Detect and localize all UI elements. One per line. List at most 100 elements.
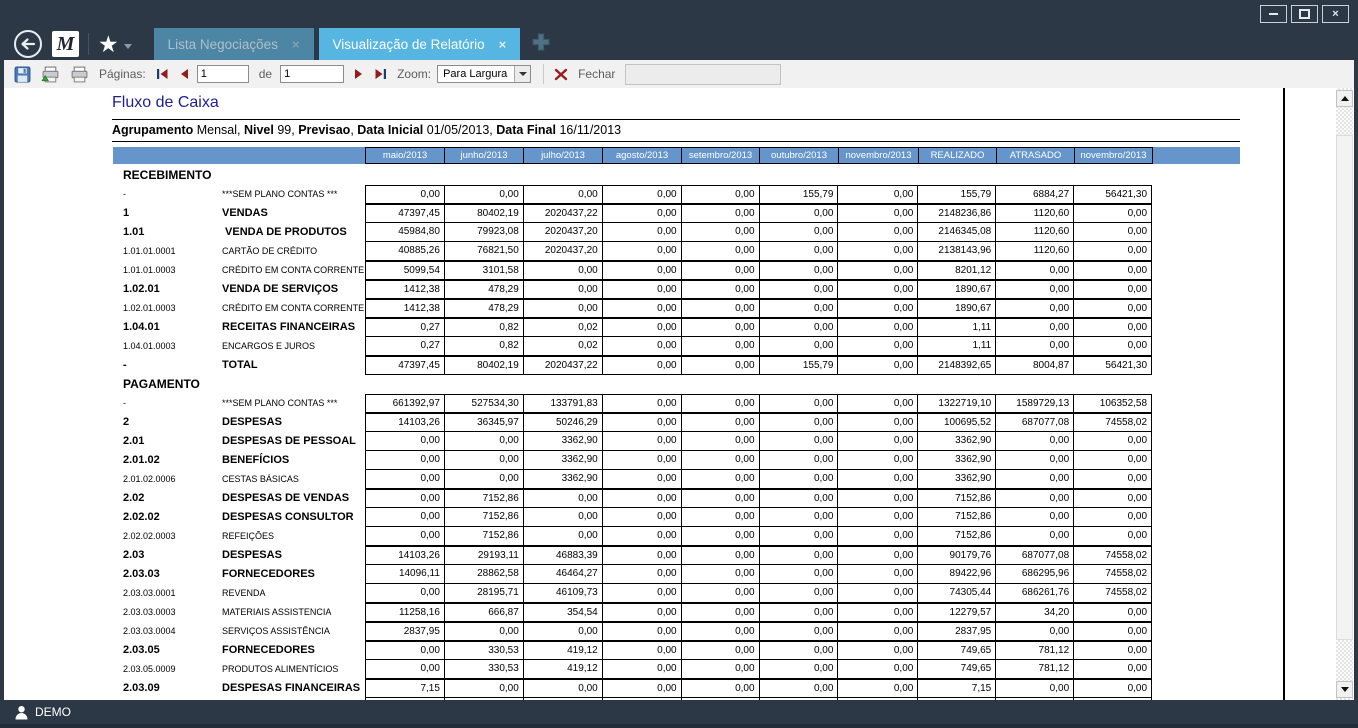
value-cells: 11258,16666,87354,540,000,000,000,001227… — [365, 603, 1152, 622]
tab-visualizacao-relatorio[interactable]: Visualização de Relatório × — [319, 28, 521, 60]
table-row: 1VENDAS47397,4580402,192020437,220,000,0… — [113, 204, 1152, 223]
table-row: 2.03DESPESAS14103,2629193,1146883,390,00… — [113, 546, 1152, 565]
next-page-button[interactable] — [354, 68, 364, 80]
value-cell: 686261,76 — [995, 584, 1073, 602]
value-cell: 155,79 — [759, 357, 838, 374]
account-description: CARTÃO DE CRÉDITO — [222, 242, 365, 261]
section-label: RECEBIMENTO — [113, 166, 1152, 185]
total-pages-box[interactable] — [280, 65, 344, 83]
value-cell: 0,00 — [681, 300, 759, 317]
account-code: 1.02.01.0003 — [113, 299, 222, 318]
value-cell: 0,00 — [1073, 281, 1152, 298]
tab-lista-negociacoes[interactable]: Lista Negociações × — [154, 28, 314, 60]
current-page-input[interactable] — [197, 65, 249, 83]
table-row: 1.01 VENDA DE PRODUTOS45984,8079923,0820… — [113, 223, 1152, 242]
column-header: maio/2013 — [365, 147, 444, 164]
tab-close-icon[interactable]: × — [292, 37, 300, 52]
value-cell: 686295,96 — [995, 565, 1073, 583]
value-cell: 14103,26 — [365, 547, 444, 564]
scroll-down-button[interactable] — [1336, 681, 1353, 698]
tab-close-icon[interactable]: × — [499, 37, 507, 52]
value-cell: 0,00 — [759, 642, 838, 659]
first-page-button[interactable] — [156, 68, 169, 80]
last-page-button[interactable] — [374, 68, 387, 80]
table-row: -***SEM PLANO CONTAS ***661392,97527534,… — [113, 394, 1152, 413]
value-cell: 0,00 — [759, 623, 838, 640]
zoom-dropdown-button[interactable] — [514, 66, 530, 82]
account-description: DESPESAS DE PESSOAL — [222, 432, 365, 451]
value-cell: 0,00 — [681, 357, 759, 374]
minimize-button[interactable] — [1260, 5, 1287, 23]
value-cell: 0,00 — [1073, 337, 1152, 355]
value-cell: 11258,16 — [365, 604, 444, 621]
value-cell: 0,00 — [759, 490, 838, 507]
account-description: CRÉDITO EM CONTA CORRENTE — [222, 299, 365, 318]
close-report-icon[interactable] — [554, 68, 568, 81]
app-logo[interactable]: M — [52, 31, 79, 57]
close-report-label[interactable]: Fechar — [578, 67, 615, 81]
value-cell: 0,00 — [602, 337, 681, 355]
value-cell: 0,00 — [759, 584, 838, 602]
print-setup-icon[interactable] — [41, 66, 60, 83]
value-cells: 47397,4580402,192020437,220,000,000,000,… — [365, 204, 1152, 223]
value-cell: 14096,11 — [365, 565, 444, 583]
value-cell: 1412,38 — [365, 281, 444, 298]
table-row: 2.02.02.0003REFEIÇÕES0,007152,860,000,00… — [113, 527, 1152, 546]
favorites-caret-icon[interactable] — [124, 44, 132, 49]
value-cell: 2138143,96 — [917, 242, 995, 260]
value-cell: 0,27 — [365, 337, 444, 355]
table-row: -TOTAL47397,4580402,192020437,220,000,00… — [113, 356, 1152, 375]
previous-page-button[interactable] — [179, 68, 189, 80]
print-icon[interactable] — [70, 66, 89, 83]
value-cell: 0,00 — [837, 223, 917, 241]
favorites-star-icon[interactable]: ★ — [98, 31, 119, 57]
new-tab-button[interactable] — [532, 33, 550, 56]
save-icon[interactable] — [14, 66, 31, 83]
value-cell: 0,00 — [995, 470, 1073, 488]
value-cell: 0,00 — [365, 527, 444, 545]
value-cells: 0,0028195,7146109,730,000,000,000,007430… — [365, 584, 1152, 603]
value-cell: 0,00 — [1073, 205, 1152, 222]
value-cell: 0,00 — [1073, 508, 1152, 526]
value-cell: 0,00 — [602, 547, 681, 564]
value-cells: 0,000,003362,900,000,000,000,003362,900,… — [365, 451, 1152, 470]
value-cell: 0,00 — [444, 451, 523, 469]
scroll-up-button[interactable] — [1336, 90, 1353, 107]
value-cell: 89422,96 — [917, 565, 995, 583]
value-cell: 0,00 — [681, 186, 759, 203]
table-row: 2.02.02DESPESAS CONSULTOR0,007152,860,00… — [113, 508, 1152, 527]
zoom-select[interactable]: Para Largura — [437, 65, 531, 83]
scrollbar-thumb[interactable] — [1336, 135, 1353, 640]
column-header: REALIZADO — [918, 147, 996, 164]
value-cell: 2837,95 — [365, 623, 444, 640]
value-cell: 0,00 — [602, 414, 681, 431]
value-cell: 0,00 — [837, 547, 917, 564]
value-cell: 0,00 — [365, 451, 444, 469]
value-cell: 0,00 — [1073, 527, 1152, 545]
value-cell: 2148236,86 — [917, 205, 995, 222]
value-cell: 0,00 — [602, 584, 681, 602]
value-cell: 0,00 — [523, 262, 602, 279]
value-cells: 1412,38478,290,000,000,000,000,001890,67… — [365, 280, 1152, 299]
value-cell: 749,65 — [917, 642, 995, 659]
value-cell: 0,02 — [523, 337, 602, 355]
value-cell: 74558,02 — [1073, 565, 1152, 583]
value-cell: 0,00 — [681, 262, 759, 279]
separator — [88, 33, 89, 55]
account-description: DESPESAS DE VENDAS — [222, 489, 365, 508]
zoom-label: Zoom: — [397, 67, 431, 81]
close-button[interactable]: × — [1322, 5, 1349, 23]
maximize-button[interactable] — [1291, 5, 1318, 23]
value-cells: 45984,8079923,082020437,200,000,000,000,… — [365, 223, 1152, 242]
value-cell: 781,12 — [995, 642, 1073, 659]
value-cell: 7,15 — [365, 680, 444, 697]
value-cell: 0,00 — [837, 205, 917, 222]
value-cell: 0,00 — [681, 242, 759, 260]
account-description: BENEFÍCIOS — [222, 451, 365, 470]
report-toolbar: Páginas: de Zoom: Para Largura Fechar — [4, 60, 1354, 89]
vertical-scrollbar[interactable] — [1336, 88, 1353, 700]
value-cell: 5099,54 — [365, 262, 444, 279]
back-button[interactable] — [12, 28, 44, 60]
filter-input[interactable] — [625, 64, 781, 85]
value-cell: 1322719,10 — [917, 395, 995, 412]
